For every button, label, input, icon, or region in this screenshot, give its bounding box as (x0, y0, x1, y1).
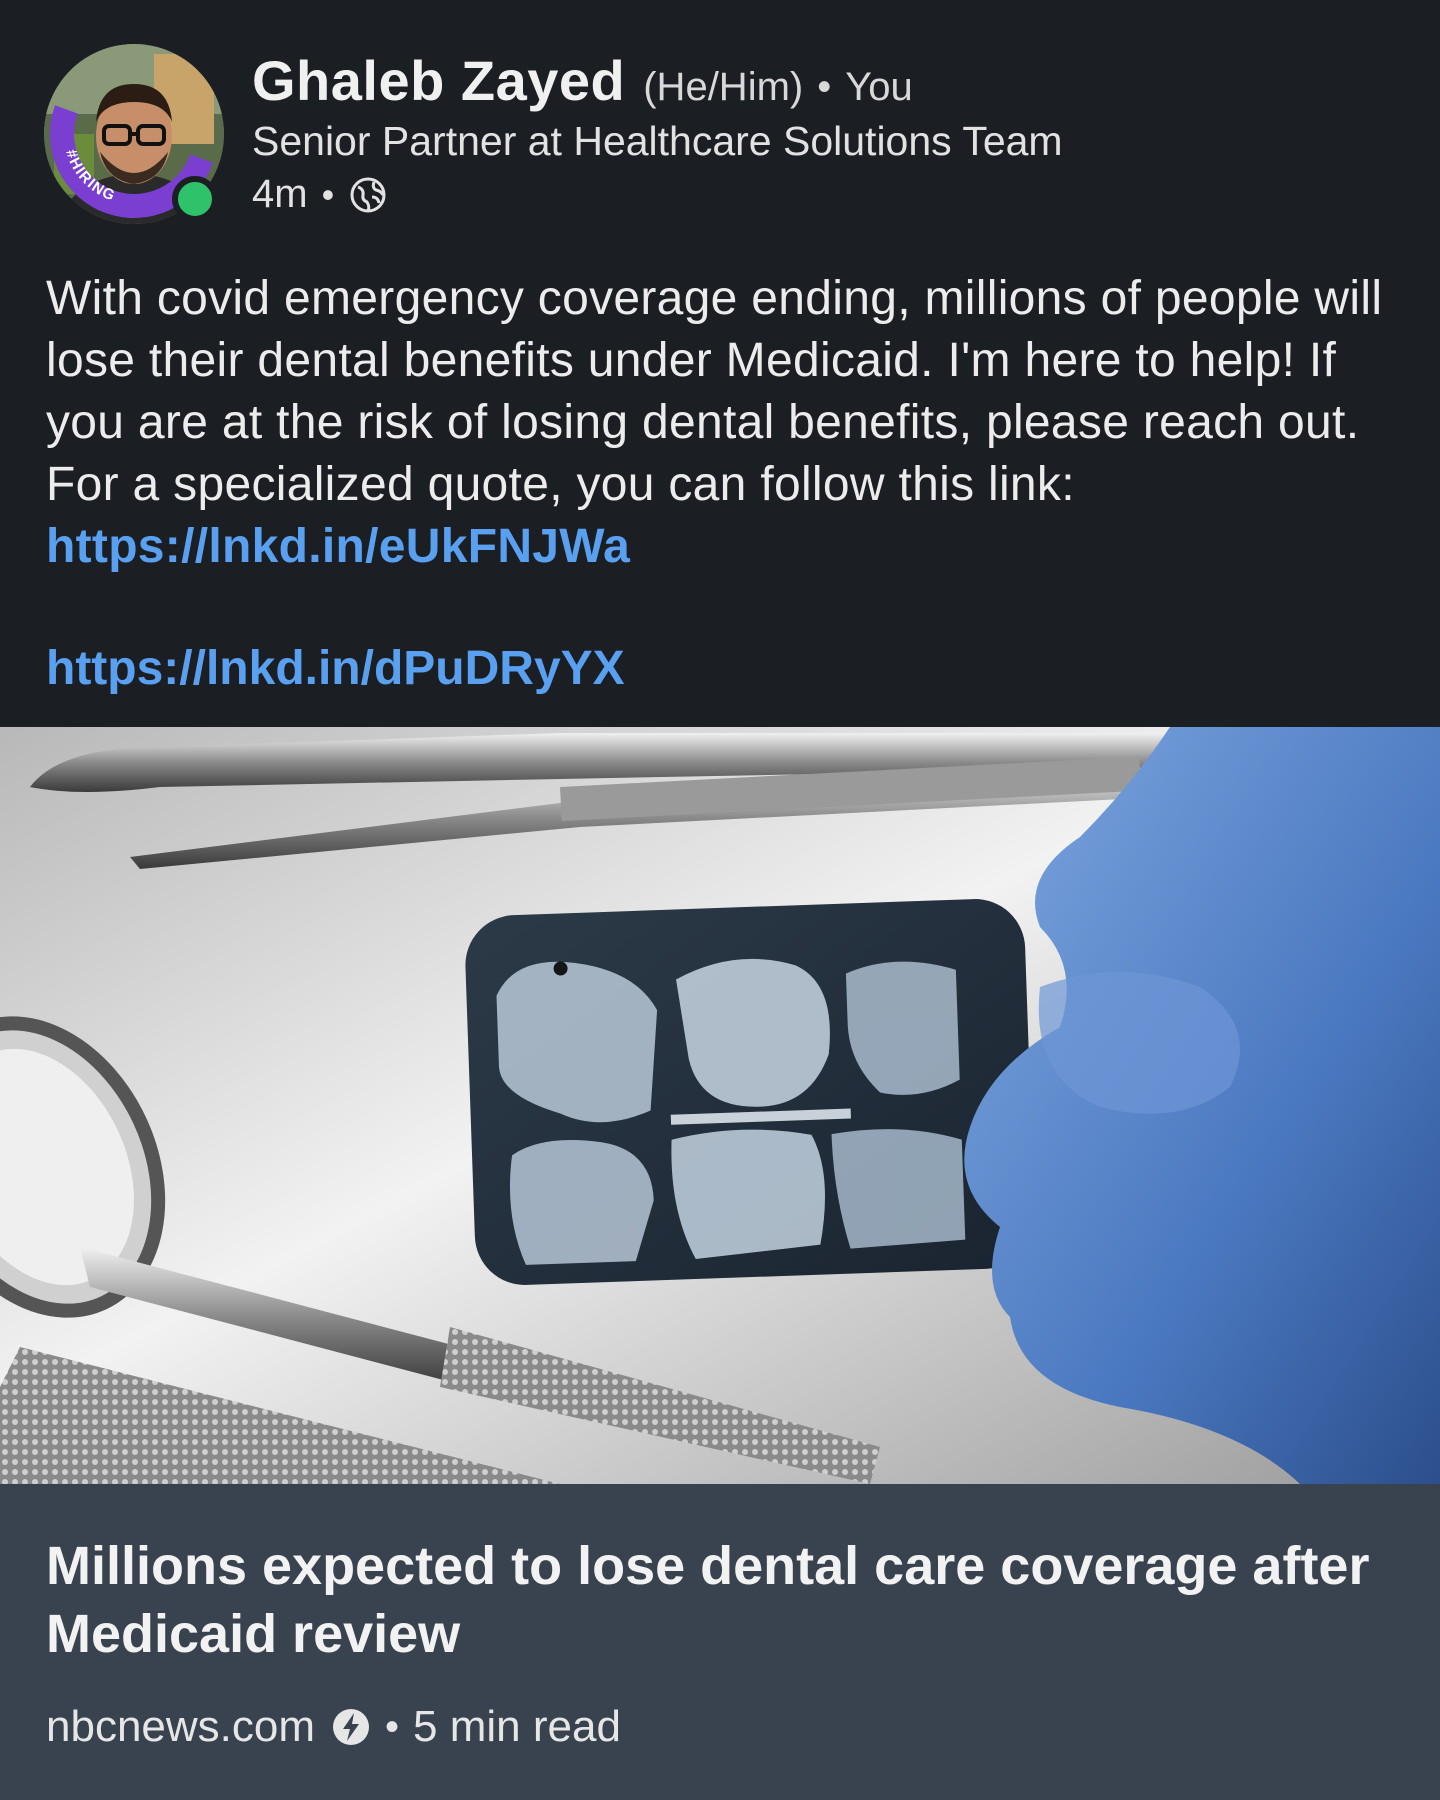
post-header: #HIRING Ghaleb Zayed (He/Him) • You Seni… (0, 0, 1440, 250)
linkedin-post: #HIRING Ghaleb Zayed (He/Him) • You Seni… (0, 0, 1440, 1800)
article-source: nbcnews.com (46, 1702, 316, 1751)
amp-lightning-icon (333, 1709, 370, 1745)
second-link[interactable]: https://lnkd.in/dPuDRyYX (46, 638, 625, 700)
separator-dot: • (817, 65, 832, 109)
post-body: With covid emergency coverage ending, mi… (46, 268, 1416, 578)
separator-dot: • (385, 1704, 400, 1749)
post-text: With covid emergency coverage ending, mi… (46, 272, 1383, 511)
post-timestamp: 4m (252, 172, 308, 216)
author-name-line: Ghaleb Zayed (He/Him) • You (252, 48, 913, 113)
article-title[interactable]: Millions expected to lose dental care co… (46, 1532, 1386, 1668)
post-meta: 4m • (252, 172, 388, 217)
globe-icon (350, 177, 386, 212)
author-headline: Senior Partner at Healthcare Solutions T… (252, 118, 1063, 164)
article-meta: nbcnews.com • 5 min read (46, 1702, 621, 1752)
inline-link[interactable]: https://lnkd.in/eUkFNJWa (46, 520, 630, 573)
separator-dot: • (321, 173, 335, 215)
article-card[interactable]: Millions expected to lose dental care co… (0, 1484, 1440, 1800)
author-relation: You (845, 65, 913, 109)
author-name[interactable]: Ghaleb Zayed (252, 48, 625, 113)
article-image[interactable] (0, 727, 1440, 1484)
article-read-time: 5 min read (413, 1702, 621, 1751)
author-pronouns: (He/Him) (643, 65, 804, 109)
online-status-indicator (172, 176, 218, 222)
